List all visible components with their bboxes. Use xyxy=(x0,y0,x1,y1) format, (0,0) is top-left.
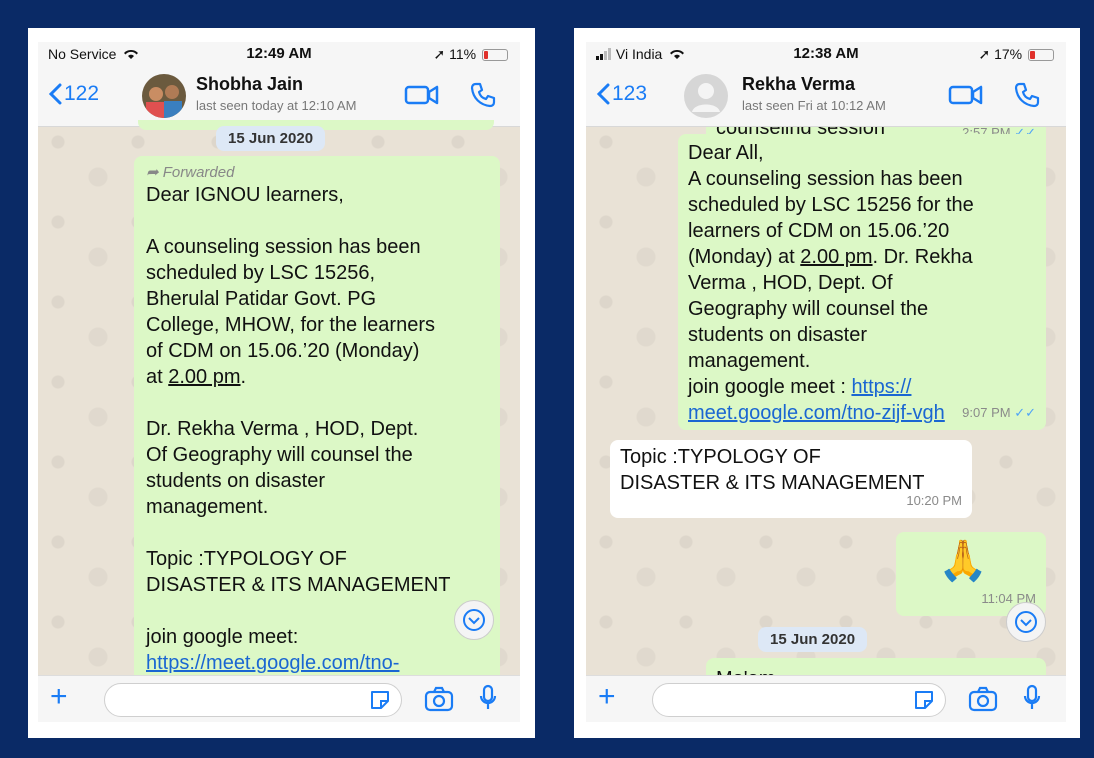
chevron-left-icon xyxy=(596,83,610,105)
folded-hands-emoji: 🙏 xyxy=(938,539,988,583)
sticker-icon[interactable] xyxy=(913,689,935,711)
message-line: Topic :TYPOLOGY OF xyxy=(620,446,821,468)
right-phone-screen: Vi India 12:38 AM ➚ 17% 123 Rekha Verma … xyxy=(586,42,1066,722)
scroll-down-button[interactable] xyxy=(1006,602,1046,642)
video-call-icon[interactable] xyxy=(404,82,440,108)
message-line: join google meet: xyxy=(146,626,299,648)
chevron-down-icon xyxy=(463,609,485,631)
message-line: management. xyxy=(146,496,269,518)
message-line: students on disaster xyxy=(146,470,325,492)
forwarded-label: Forwarded xyxy=(162,164,235,181)
meet-link[interactable]: https://meet.google.com/tno- xyxy=(146,652,399,674)
chevron-left-icon xyxy=(48,83,62,105)
phone-call-icon[interactable] xyxy=(470,82,496,108)
forwarded-message[interactable]: ➦ Forwarded Dear IGNOU learners, A couns… xyxy=(134,156,500,722)
message-line: Bherulal Patidar Govt. PG xyxy=(146,288,377,310)
message-line: Topic :TYPOLOGY OF xyxy=(146,548,347,570)
unread-count: 122 xyxy=(64,82,100,105)
message-line: students on disaster xyxy=(688,324,867,346)
status-bar: Vi India 12:38 AM ➚ 17% xyxy=(586,42,1066,66)
message-line: College, MHOW, for the learners xyxy=(146,314,435,336)
location-icon: ➚ xyxy=(433,46,446,62)
message-line: management. xyxy=(688,350,811,372)
outgoing-message[interactable]: Dear All, A counseling session has been … xyxy=(678,134,1046,430)
location-icon: ➚ xyxy=(978,46,991,62)
back-button[interactable]: 122 xyxy=(48,82,99,106)
message-input-bar: + xyxy=(586,675,1066,722)
phone-call-icon[interactable] xyxy=(1014,82,1040,108)
message-line: A counseling session has been xyxy=(146,236,421,258)
message-greeting: Dear IGNOU learners, xyxy=(146,184,344,206)
time-link[interactable]: 2.00 pm xyxy=(800,246,872,268)
contact-name[interactable]: Rekha Verma xyxy=(742,74,855,95)
sticker-icon[interactable] xyxy=(369,689,391,711)
battery-percent: 17% xyxy=(994,46,1023,62)
scroll-down-button[interactable] xyxy=(454,600,494,640)
video-call-icon[interactable] xyxy=(948,82,984,108)
message-line: scheduled by LSC 15256, xyxy=(146,262,376,284)
avatar[interactable] xyxy=(684,74,728,118)
message-line: Dear All, xyxy=(688,142,764,164)
last-seen-status: last seen today at 12:10 AM xyxy=(196,98,357,113)
camera-icon[interactable] xyxy=(424,686,454,712)
message-input[interactable] xyxy=(104,683,402,717)
message-line: at 2.00 pm. xyxy=(146,366,247,388)
incoming-message[interactable]: Topic :TYPOLOGY OF DISASTER & ITS MANAGE… xyxy=(610,440,972,518)
last-seen-status: last seen Fri at 10:12 AM xyxy=(742,98,886,113)
message-line: learners of CDM on 15.06.’20 xyxy=(688,220,950,242)
meet-link-continued[interactable]: meet.google.com/tno-zijf-vgh xyxy=(688,402,945,424)
message-line: join google meet : https:// xyxy=(688,376,912,398)
message-line: Verma , HOD, Dept. Of xyxy=(688,272,893,294)
unread-count: 123 xyxy=(612,82,648,105)
message-input[interactable] xyxy=(652,683,946,717)
chat-header: 123 Rekha Verma last seen Fri at 10:12 A… xyxy=(586,66,1066,127)
message-line: Geography will counsel the xyxy=(688,298,929,320)
avatar[interactable] xyxy=(142,74,186,118)
message-time: 9:07 PM ✓✓ xyxy=(962,405,1036,420)
message-line: scheduled by LSC 15256 for the xyxy=(688,194,974,216)
read-receipt-icon: ✓✓ xyxy=(1014,405,1036,420)
back-button[interactable]: 123 xyxy=(596,82,647,106)
microphone-icon[interactable] xyxy=(478,684,498,712)
message-line: Of Geography will counsel the xyxy=(146,444,413,466)
status-bar: No Service 12:49 AM ➚ 11% xyxy=(38,42,520,66)
left-phone-screen: No Service 12:49 AM ➚ 11% 122 Shobha Jai… xyxy=(38,42,520,722)
attach-plus-icon[interactable]: + xyxy=(598,682,616,712)
battery-icon xyxy=(482,49,508,62)
time-link[interactable]: 2.00 pm xyxy=(168,366,240,388)
message-time: 10:20 PM xyxy=(906,493,962,508)
forward-arrow-icon: ➦ xyxy=(146,164,163,181)
default-avatar-icon xyxy=(692,83,720,112)
battery-percent: 11% xyxy=(449,46,477,62)
chat-header: 122 Shobha Jain last seen today at 12:10… xyxy=(38,66,520,127)
chevron-down-icon xyxy=(1015,611,1037,633)
date-separator: 15 Jun 2020 xyxy=(216,126,326,151)
message-line: A counseling session has been xyxy=(688,168,963,190)
camera-icon[interactable] xyxy=(968,686,998,712)
meet-link[interactable]: https:// xyxy=(851,376,911,398)
message-line: Dr. Rekha Verma , HOD, Dept. xyxy=(146,418,419,440)
battery-icon xyxy=(1028,49,1054,62)
message-line: (Monday) at 2.00 pm. Dr. Rekha xyxy=(688,246,973,268)
date-separator: 15 Jun 2020 xyxy=(758,627,868,652)
attach-plus-icon[interactable]: + xyxy=(50,682,68,712)
message-input-bar: + xyxy=(38,675,520,722)
message-line: of CDM on 15.06.’20 (Monday) xyxy=(146,340,420,362)
contact-name[interactable]: Shobha Jain xyxy=(196,74,303,95)
message-line: DISASTER & ITS MANAGEMENT xyxy=(146,574,451,596)
microphone-icon[interactable] xyxy=(1022,684,1042,712)
